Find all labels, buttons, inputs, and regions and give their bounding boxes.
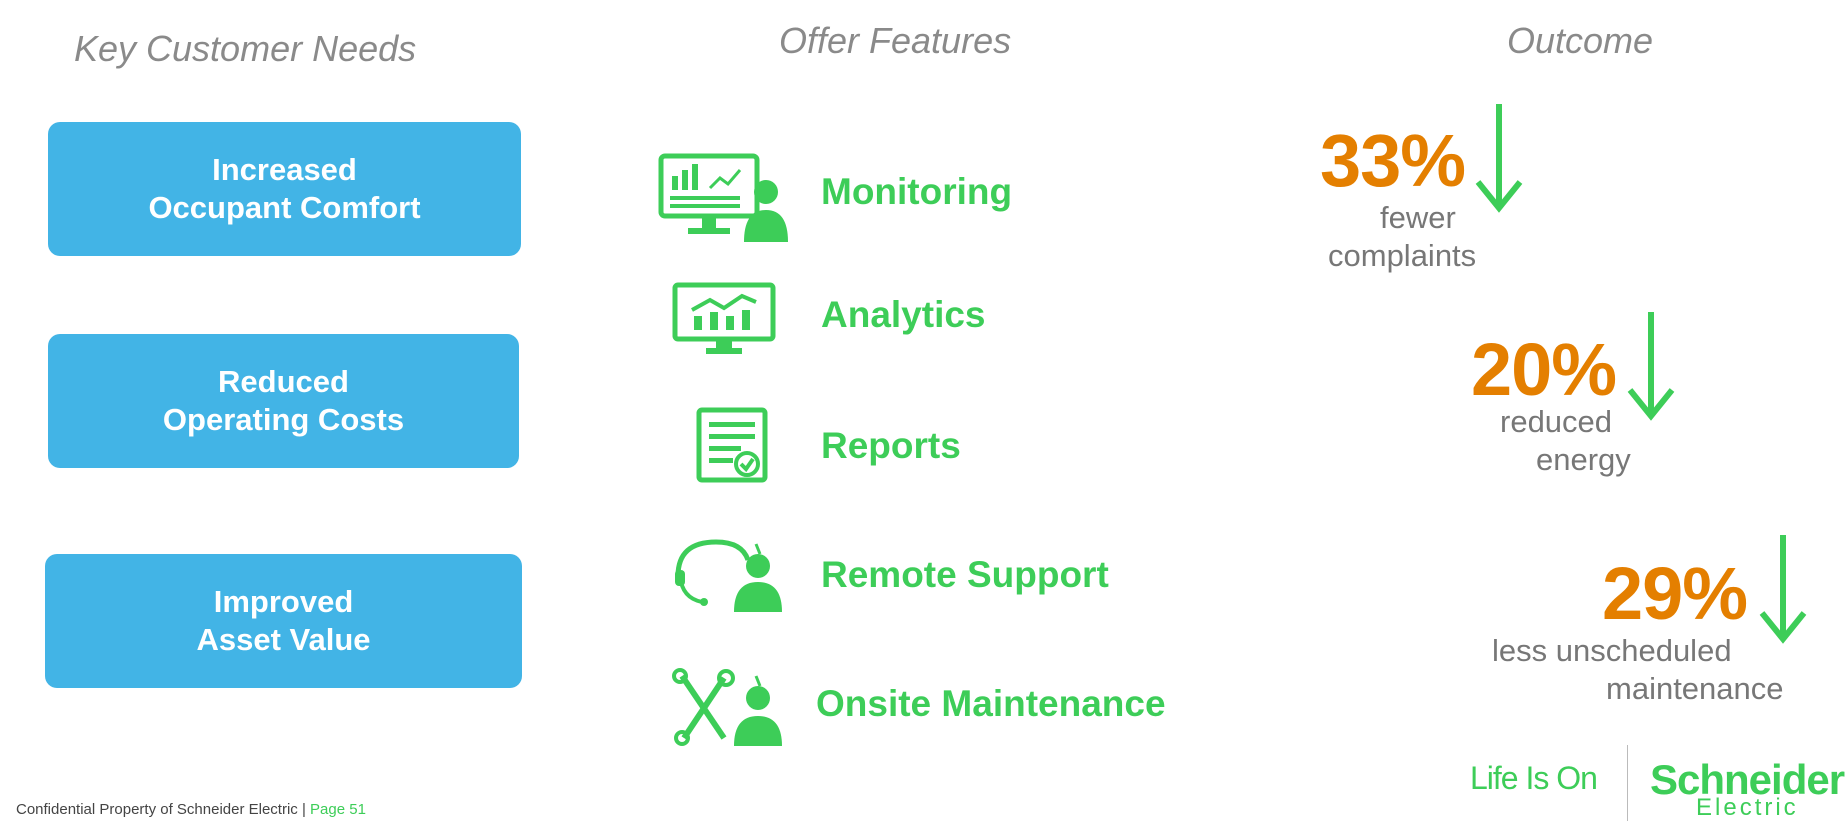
feature-remote-support: Remote Support <box>821 554 1109 595</box>
need-line1: Increased <box>212 152 357 187</box>
schneider-logo-sub: Electric <box>1696 794 1799 821</box>
need-line2: Operating Costs <box>162 402 405 437</box>
down-arrow-icon <box>1759 535 1807 644</box>
features-header: Offer Features <box>779 20 1012 61</box>
feature-analytics: Analytics <box>821 294 986 335</box>
need-line1: Improved <box>213 584 354 619</box>
life-is-on-logo: Life Is On <box>1470 760 1598 796</box>
outcome-desc-line2: complaints <box>1328 238 1477 273</box>
down-arrow-icon <box>1475 104 1523 213</box>
outcome-desc-line1: fewer <box>1380 200 1456 235</box>
outcome-value-complaints: 33% <box>1320 119 1466 202</box>
onsite-maintenance-icon <box>672 668 782 746</box>
need-line2: Asset Value <box>196 622 371 657</box>
outcome-value-maintenance: 29% <box>1602 552 1748 635</box>
down-arrow-icon <box>1627 312 1675 421</box>
monitoring-icon <box>658 153 788 242</box>
need-box-asset: Improved Asset Value <box>45 554 522 688</box>
feature-monitoring: Monitoring <box>821 171 1013 212</box>
logo-divider <box>1627 745 1628 821</box>
footer-confidential: Confidential Property of Schneider Elect… <box>16 801 366 818</box>
outcome-value-energy: 20% <box>1471 328 1617 411</box>
outcome-desc-line1: reduced <box>1500 404 1613 439</box>
outcome-header: Outcome <box>1507 20 1654 61</box>
need-box-costs: Reduced Operating Costs <box>48 334 519 468</box>
page-number: Page 51 <box>310 801 366 818</box>
reports-icon <box>696 407 768 483</box>
needs-header: Key Customer Needs <box>74 28 417 69</box>
need-line1: Reduced <box>218 364 349 399</box>
remote-support-icon <box>675 539 782 612</box>
footer-text: Confidential Property of Schneider Elect… <box>16 801 311 818</box>
outcome-desc-line1: less unscheduled <box>1492 633 1732 668</box>
outcome-desc-line2: energy <box>1536 442 1631 477</box>
outcome-desc-line2: maintenance <box>1606 671 1784 706</box>
need-line2: Occupant Comfort <box>148 190 421 225</box>
feature-onsite-maintenance: Onsite Maintenance <box>816 683 1166 724</box>
feature-reports: Reports <box>821 425 961 466</box>
analytics-icon <box>672 282 776 354</box>
need-box-comfort: Increased Occupant Comfort <box>48 122 521 256</box>
